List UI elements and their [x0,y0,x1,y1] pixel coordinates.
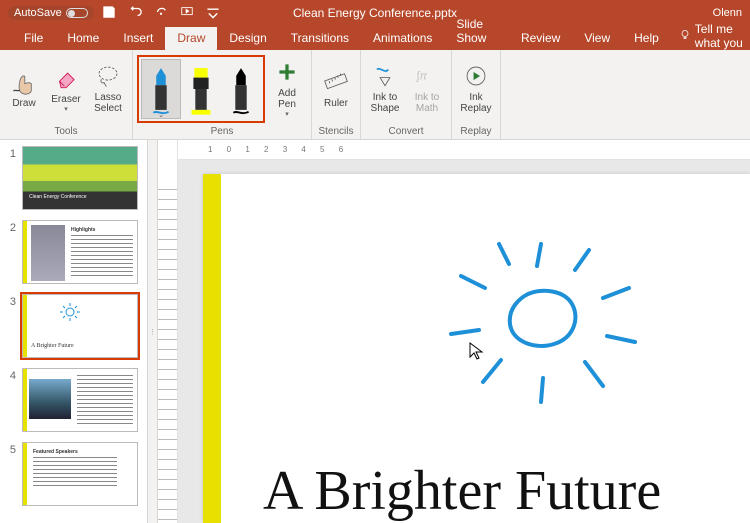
plus-icon [274,59,300,85]
thumb-preview [22,368,138,432]
add-pen-button[interactable]: AddPen ▾ [267,55,307,123]
ink-to-shape-button[interactable]: Ink toShape [365,55,405,123]
tab-design[interactable]: Design [217,27,278,50]
pens-gallery[interactable]: ⌄ [137,55,265,123]
quick-access-toolbar [102,5,220,22]
undo-icon[interactable] [128,5,142,22]
lightbulb-icon [679,29,691,44]
thumb-preview: Clean Energy Conference [22,146,138,210]
tab-home[interactable]: Home [55,27,111,50]
chevron-down-icon: ⌄ [158,111,164,119]
splitter[interactable]: ⋮ [148,140,158,523]
thumbnail-1[interactable]: 1 Clean Energy Conference [4,146,147,210]
tab-insert[interactable]: Insert [111,27,165,50]
thumb-number: 3 [4,294,16,358]
cursor-icon [468,342,484,363]
svg-text:∫π: ∫π [415,70,427,82]
pen-blue[interactable]: ⌄ [141,59,181,119]
start-slideshow-icon[interactable] [180,5,194,22]
eraser-label: Eraser [51,94,80,105]
vertical-ruler [158,140,178,523]
ink-to-math-icon: ∫π [414,63,440,89]
accent-bar [203,174,221,523]
ribbon-tabs: File Home Insert Draw Design Transitions… [0,26,750,50]
save-icon[interactable] [102,5,116,22]
tab-help[interactable]: Help [622,27,671,50]
draw-label: Draw [12,98,35,109]
ink-to-shape-icon [372,63,398,89]
eraser-button[interactable]: Eraser ▾ [46,55,86,123]
slide-thumbnails[interactable]: 1 Clean Energy Conference 2 Highlights 3… [0,140,148,523]
ink-to-shape-label: Ink toShape [371,92,400,114]
toggle-off-icon [66,8,88,18]
pen-black[interactable] [221,59,261,119]
ink-replay-button[interactable]: InkReplay [456,55,496,123]
qat-dropdown-icon[interactable] [206,5,220,22]
chevron-down-icon: ▾ [285,110,289,118]
work-area: 1 Clean Energy Conference 2 Highlights 3… [0,140,750,523]
ink-sun-drawing [413,214,673,414]
tab-animations[interactable]: Animations [361,27,444,50]
ruler-button[interactable]: Ruler [316,55,356,123]
draw-button[interactable]: Draw [4,55,44,123]
ribbon-group-convert: Ink toShape ∫π Ink toMath Convert [361,50,452,139]
thumb-number: 4 [4,368,16,432]
group-label-pens: Pens [137,125,307,139]
ribbon: Draw Eraser ▾ LassoSelect Tools ⌄ [0,50,750,140]
slide-title[interactable]: A Brighter Future [263,459,661,523]
ink-replay-icon [463,63,489,89]
ribbon-group-stencils: Ruler Stencils [312,50,361,139]
thumb-number: 2 [4,220,16,284]
title-bar: AutoSave Clean Energy Conference.pptx Ol… [0,0,750,26]
thumb-number: 1 [4,146,16,210]
ribbon-group-replay: InkReplay Replay [452,50,501,139]
user-name[interactable]: Olenn [713,7,742,19]
document-title: Clean Energy Conference.pptx [293,6,457,20]
ink-to-math-label: Ink toMath [415,92,439,114]
horizontal-ruler: 1 0 1 2 3 4 5 6 [178,140,750,160]
tell-me-label: Tell me what you [695,22,750,50]
ruler-label: Ruler [324,98,348,109]
ink-replay-label: InkReplay [460,92,491,114]
chevron-down-icon: ▾ [64,105,68,113]
canvas-wrap: 1 0 1 2 3 4 5 6 [178,140,750,523]
add-pen-label: AddPen [278,88,296,110]
draw-finger-icon [11,69,37,95]
lasso-select-button[interactable]: LassoSelect [88,55,128,123]
eraser-icon [53,65,79,91]
tab-draw[interactable]: Draw [165,27,217,50]
thumbnail-3[interactable]: 3 A Brighter Future [4,294,147,358]
lasso-label: LassoSelect [94,92,122,114]
slide-canvas[interactable]: A Brighter Future [178,160,750,523]
group-label-stencils: Stencils [316,125,356,139]
ruler-icon [323,69,349,95]
ribbon-group-pens: ⌄ AddPen ▾ Pens [133,50,312,139]
slide[interactable]: A Brighter Future [203,174,750,523]
thumb-number: 5 [4,442,16,506]
ink-to-math-button: ∫π Ink toMath [407,55,447,123]
group-label-replay: Replay [456,125,496,139]
highlighter-yellow[interactable] [181,59,221,119]
ribbon-group-tools: Draw Eraser ▾ LassoSelect Tools [0,50,133,139]
thumbnail-5[interactable]: 5 Featured Speakers [4,442,147,506]
group-label-convert: Convert [365,125,447,139]
thumb-preview: Highlights [22,220,138,284]
autosave-label: AutoSave [14,7,62,19]
tab-transitions[interactable]: Transitions [279,27,361,50]
thumb-preview: A Brighter Future [22,294,138,358]
thumbnail-4[interactable]: 4 [4,368,147,432]
tab-file[interactable]: File [12,27,55,50]
thumbnail-2[interactable]: 2 Highlights [4,220,147,284]
tab-review[interactable]: Review [509,27,572,50]
tell-me-search[interactable]: Tell me what you [679,22,750,50]
autosave-toggle[interactable]: AutoSave [8,6,94,20]
tab-view[interactable]: View [572,27,622,50]
lasso-icon [95,63,121,89]
redo-icon[interactable] [154,5,168,22]
group-label-tools: Tools [4,125,128,139]
thumb-preview: Featured Speakers [22,442,138,506]
